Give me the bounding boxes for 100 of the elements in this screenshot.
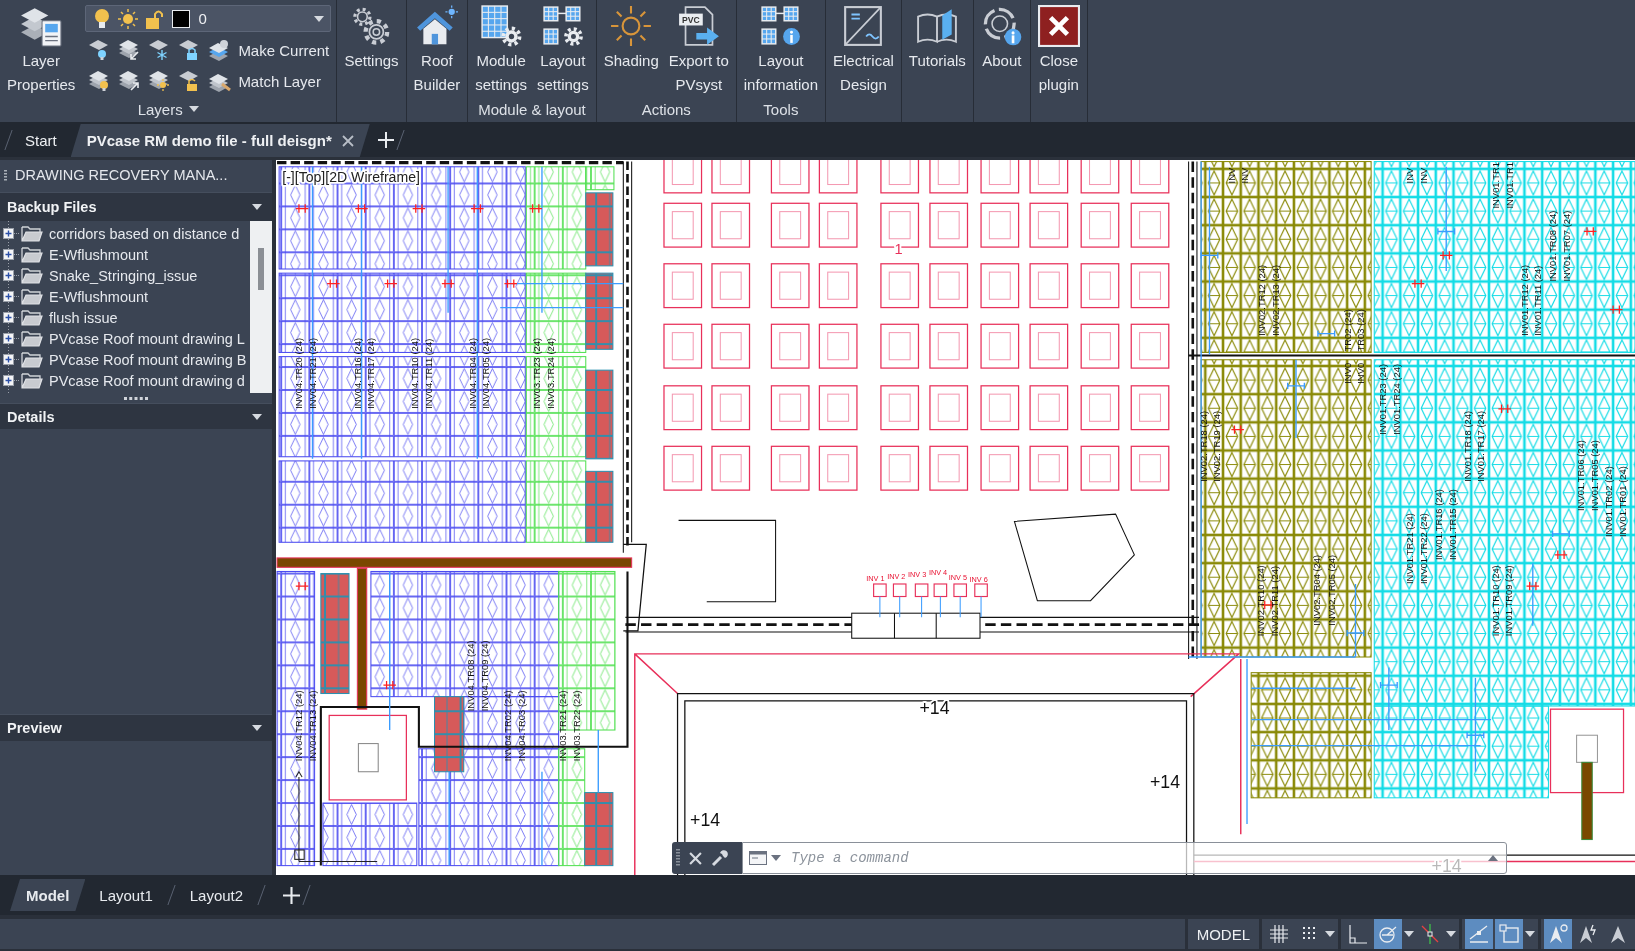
cross-marker	[1525, 581, 1540, 591]
caret-down-icon[interactable]	[252, 725, 262, 731]
plus-icon[interactable]	[377, 131, 394, 148]
inverter-icon	[842, 5, 885, 47]
ribbon-button[interactable]: Roof Builder	[411, 5, 463, 95]
expand-icon[interactable]	[3, 228, 14, 239]
tree-item[interactable]: corridors based on distance d	[0, 223, 250, 244]
module-outline	[711, 160, 751, 194]
layer-dropdown[interactable]: 0	[85, 5, 332, 32]
expand-icon[interactable]	[3, 270, 14, 281]
tree-item[interactable]: E-Wflushmount	[0, 244, 250, 265]
caret-down-icon[interactable]	[1325, 931, 1335, 937]
caret-down-icon[interactable]	[252, 204, 262, 210]
ortho-icon	[1348, 924, 1368, 944]
expand-icon[interactable]	[3, 333, 14, 344]
expand-icon[interactable]	[3, 375, 14, 386]
layer-bulb-icon[interactable]	[88, 70, 111, 92]
model-button[interactable]: MODEL	[1190, 919, 1256, 949]
elevation-label: +14	[1150, 772, 1181, 793]
drag-handle-icon[interactable]	[676, 849, 680, 867]
module-outline	[980, 263, 1020, 309]
status-toggle[interactable]	[1465, 919, 1493, 949]
ribbon-button[interactable]: Electrical Design	[831, 5, 896, 95]
scrollbar-thumb[interactable]	[258, 248, 264, 290]
layout-tab[interactable]: Layout2	[177, 879, 256, 911]
tree-item[interactable]: E-Wflushmount	[0, 286, 250, 307]
layer-arrow-icon[interactable]	[118, 70, 141, 92]
layer-arrow-icon[interactable]	[118, 39, 141, 61]
caret-down-icon[interactable]	[1525, 931, 1535, 937]
drag-handle-icon[interactable]	[4, 169, 7, 181]
sun-icon	[610, 5, 653, 47]
tree-item[interactable]: PVcase Roof mount drawing L	[0, 328, 250, 349]
cross-marker	[1609, 304, 1624, 315]
terminal-icon[interactable]	[749, 851, 767, 865]
caret-up-icon[interactable]	[1488, 855, 1498, 861]
layer-tool-button[interactable]: Make Current	[208, 39, 330, 61]
expand-icon[interactable]	[3, 312, 14, 323]
tree-item[interactable]: flush issue	[0, 307, 250, 328]
layer-sun-icon[interactable]	[148, 70, 171, 92]
close-icon[interactable]	[341, 134, 354, 147]
section-header[interactable]: Preview	[0, 714, 272, 741]
close-icon[interactable]	[689, 851, 702, 865]
status-toggle[interactable]	[1374, 919, 1402, 949]
document-tab[interactable]: PVcase RM demo file - full deisgn*	[70, 124, 370, 157]
module-outline	[711, 323, 751, 369]
module-outline	[1080, 263, 1120, 309]
scrollbar-track[interactable]	[250, 221, 272, 393]
caret-down-icon[interactable]	[314, 15, 325, 22]
ribbon-button[interactable]: Close plugin	[1035, 5, 1082, 95]
terminal-marker	[1437, 227, 1456, 236]
expand-icon[interactable]	[3, 291, 14, 302]
string-label: INV02.TR05 (24)	[1326, 554, 1337, 626]
caret-down-icon[interactable]	[252, 413, 262, 420]
module-outline	[663, 445, 703, 491]
wrench-icon[interactable]	[711, 849, 729, 867]
ribbon-button[interactable]: Settings	[342, 5, 401, 71]
ribbon-button[interactable]: About	[978, 5, 1025, 71]
splitter-grip-icon[interactable]	[124, 396, 148, 400]
layout-tab[interactable]: Layout1	[87, 879, 165, 911]
module-outline	[711, 202, 751, 248]
module-outline	[1130, 263, 1170, 309]
tree-item[interactable]: PVcase Roof mount drawing d	[0, 370, 250, 391]
module-outline	[770, 263, 810, 309]
expand-icon[interactable]	[3, 249, 14, 260]
tree-line-icon	[14, 380, 20, 381]
section-header[interactable]: Details	[0, 403, 272, 429]
caret-down-icon[interactable]	[771, 855, 781, 861]
module-outline	[1080, 160, 1120, 194]
tree-item[interactable]: Snake_Stringing_issue	[0, 265, 250, 286]
ribbon-button[interactable]: Layout settings	[535, 5, 591, 95]
cross-marker	[1230, 424, 1245, 435]
section-header[interactable]: Backup Files	[0, 192, 272, 221]
string-label: INV04.TR08 (24)	[466, 640, 477, 712]
ribbon-button[interactable]: Module settings	[473, 5, 529, 95]
ribbon-button[interactable]: Shading	[601, 5, 661, 71]
ribbon-button[interactable]: Layout information	[741, 5, 820, 95]
inverter-box	[933, 583, 948, 618]
tree-item[interactable]: PVcase Roof mount drawing B	[0, 349, 250, 370]
caret-down-icon[interactable]	[188, 106, 199, 112]
cross-marker	[1554, 550, 1568, 560]
ribbon-button[interactable]: PVC Export to PVsyst	[666, 5, 731, 95]
module-outline	[770, 202, 810, 248]
layer-tool-button[interactable]: Match Layer	[208, 70, 321, 92]
expand-icon[interactable]	[3, 354, 14, 365]
caret-down-icon[interactable]	[1446, 931, 1456, 937]
module-outline	[1029, 202, 1069, 248]
string-label: INV04.TR21 (24)	[307, 337, 318, 409]
caret-down-icon[interactable]	[1404, 931, 1414, 937]
module-outline	[818, 160, 858, 194]
layout-tab[interactable]: Model	[10, 879, 86, 911]
status-toggle[interactable]	[1495, 919, 1523, 949]
terminal-marker	[1551, 530, 1570, 538]
document-tab[interactable]: Start	[15, 124, 69, 157]
cross-marker	[528, 203, 543, 214]
ribbon-button[interactable]: Tutorials	[906, 5, 968, 71]
status-toggle[interactable]	[1544, 919, 1572, 949]
layer-properties-button[interactable]: Layer Properties	[5, 5, 78, 95]
cross-marker	[470, 203, 485, 214]
inverter-box	[953, 583, 968, 618]
plus-icon[interactable]	[283, 886, 301, 904]
